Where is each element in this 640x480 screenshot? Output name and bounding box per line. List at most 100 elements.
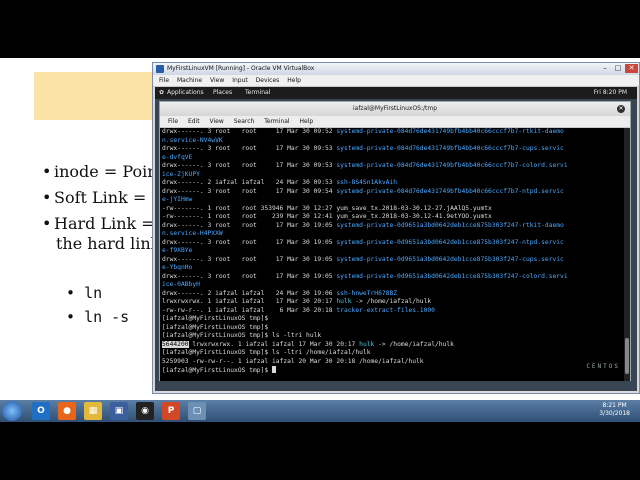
line-text: drwx------. 3 root root 17 Mar 30 19:05 [162,272,337,280]
terminal-line: drwx------. 3 root root 17 Mar 30 09:53 … [162,145,568,154]
terminal-line: drwx------. 3 root root 17 Mar 30 09:52 … [162,128,568,137]
terminal-menubar: File Edit View Search Terminal Help [160,116,630,128]
terminal-line: drwx------. 3 root root 17 Mar 30 09:54 … [162,188,568,197]
menu-machine[interactable]: Machine [177,77,202,84]
link-target: -> /home/iafzal/hulk [374,340,454,348]
virtualbox-app-icon [156,65,164,73]
terminal-scrollbar[interactable] [624,128,630,381]
app-icon[interactable]: ▢ [188,402,206,420]
centos-watermark: CENTOS [586,362,620,370]
terminal-line: drwx------. 3 root root 17 Mar 30 19:05 … [162,256,568,265]
terminal-app-menu[interactable]: Terminal [245,87,270,99]
selected-inode: 5644200 [162,340,189,348]
terminal-line: lrwxrwxrwx. 1 iafzal iafzal 17 Mar 30 20… [162,298,568,307]
menu-file[interactable]: File [159,77,169,84]
terminal-line: 5644200 lrwxrwxrwx. 1 iafzal iafzal 17 M… [162,340,568,350]
line-text: drwx------. 3 root root 17 Mar 30 19:05 [162,238,337,246]
terminal-menu-edit[interactable]: Edit [188,118,200,125]
guest-desktop: ✿ Applications Places Terminal Fri 8:20 … [155,87,637,391]
applications-menu[interactable]: Applications [167,87,204,99]
terminal-line: drwx------. 3 root root 17 Mar 30 19:05 … [162,239,568,248]
close-button[interactable]: ✕ [625,64,638,73]
file-name: systemd-private-0d9651a3bd0642deb1cce875… [336,255,564,263]
terminal-line: e-dvfqVE [162,154,568,163]
line-text: 5259903 -rw-rw-r--. 1 iafzal iafzal 20 M… [162,357,424,365]
virtualbox-window[interactable]: MyFirstLinuxVM [Running] - Oracle VM Vir… [152,62,640,394]
gnome-clock[interactable]: Fri 8:20 PM [594,87,627,99]
menu-view[interactable]: View [210,77,224,84]
line-text: drwx------. 3 root root 17 Mar 30 09:54 [162,187,337,195]
terminal-menu-view[interactable]: View [210,118,224,125]
terminal-close-button[interactable]: ✕ [617,105,625,113]
terminal-line: drwx------. 3 root root 17 Mar 30 19:05 … [162,222,568,231]
powerpoint-icon[interactable]: P [162,402,180,420]
terminal-titlebar[interactable]: iafzal@MyFirstLinuxOS:/tmp ✕ [160,102,630,116]
slide-command: • ln -s [66,308,130,326]
slide-bullet: • Hard Link = [42,214,155,233]
terminal-line: -rw-------. 1 root root 353946 Mar 30 12… [162,205,568,214]
virtualbox-icon[interactable]: ▣ [110,402,128,420]
bullet-text: inode = Point [54,162,164,181]
clock-date: 3/30/2018 [599,410,630,417]
line-text: drwx------. 2 iafzal iafzal 24 Mar 30 19… [162,289,337,297]
line-text: drwx------. 3 root root 17 Mar 30 19:05 [162,221,337,229]
line-text: [iafzal@MyFirstLinuxOS tmp]$ [162,323,269,331]
firefox-icon[interactable]: ● [58,402,76,420]
gnome-logo-icon: ✿ [159,89,165,96]
terminal-line: [iafzal@MyFirstLinuxOS tmp]$ ls -ltri hu… [162,332,568,341]
terminal-menu-search[interactable]: Search [234,118,255,125]
terminal-line: e-f9XBYe [162,247,568,256]
maximize-button[interactable]: □ [612,64,624,73]
file-name: ice-0ABbyH [162,281,200,288]
menu-help[interactable]: Help [287,77,301,84]
places-menu[interactable]: Places [213,87,232,99]
file-name: systemd-private-084d76de431749bfb4bb40c6… [336,187,564,195]
terminal-line: -rw-------. 1 root root 239 Mar 30 12:41… [162,213,568,222]
terminal-line: 5259903 -rw-rw-r--. 1 iafzal iafzal 20 M… [162,358,568,367]
terminal-line: drwx------. 3 root root 17 Mar 30 19:05 … [162,273,568,282]
bullet-text: Soft Link = Li [54,188,168,207]
minimize-button[interactable]: – [599,64,611,73]
explorer-icon[interactable]: ▦ [84,402,102,420]
file-name: systemd-private-0d9651a3bd0642deb1cce875… [336,238,564,246]
line-text: -rw-rw-r--. 1 iafzal iafzal 6 Mar 30 20:… [162,306,337,314]
outlook-icon[interactable]: O [32,402,50,420]
command-text: ln [84,284,103,302]
slide-bullet-continuation: the hard link [56,234,160,253]
menu-devices[interactable]: Devices [256,77,280,84]
windows-taskbar: O ● ▦ ▣ ◉ P ▢ 8:21 PM 3/30/2018 [0,400,640,422]
file-name: systemd-private-084d76de431749bfb4bb40c6… [336,145,564,152]
terminal-output[interactable]: drwx------. 3 root root 17 Mar 30 09:52 … [160,128,630,381]
terminal-menu-file[interactable]: File [168,118,178,125]
menu-input[interactable]: Input [232,77,248,84]
line-text: lrwxrwxrwx. 1 iafzal iafzal 17 Mar 30 20… [188,340,360,348]
terminal-line: ice-0ABbyH [162,281,568,290]
terminal-line: -rw-rw-r--. 1 iafzal iafzal 6 Mar 30 20:… [162,307,568,316]
line-text: [iafzal@MyFirstLinuxOS tmp]$ [162,315,269,322]
scrollbar-thumb[interactable] [625,338,629,374]
terminal-window[interactable]: iafzal@MyFirstLinuxOS:/tmp ✕ File Edit V… [159,101,631,381]
file-name: systemd-private-0d9651a3bd0642deb1cce875… [336,272,568,280]
window-title: MyFirstLinuxVM [Running] - Oracle VM Vir… [167,65,315,72]
start-button[interactable] [2,401,22,421]
terminal-menu-terminal[interactable]: Terminal [264,118,289,125]
line-text: [iafzal@MyFirstLinuxOS tmp]$ ls -ltri /h… [162,349,371,356]
file-name: e-YbqnHo [162,264,193,271]
slide-bullet: • inode = Point [42,162,164,181]
file-name: ice-ZjKUPY [162,170,200,178]
file-name: n.service-H4PXXW [162,230,223,237]
system-clock[interactable]: 8:21 PM 3/30/2018 [599,402,630,418]
screen: • inode = Point • Soft Link = Li • Hard Lin… [0,58,640,422]
line-text: drwx------. 3 root root 17 Mar 30 19:05 [162,255,337,263]
line-text: -rw-------. 1 root root 239 Mar 30 12:41… [162,213,492,220]
obs-icon[interactable]: ◉ [136,402,154,420]
terminal-menu-help[interactable]: Help [300,118,314,125]
gnome-top-bar: ✿ Applications Places Terminal Fri 8:20 … [155,87,637,99]
terminal-line: ice-ZjKUPY [162,171,568,180]
line-text: drwx------. 3 root root 17 Mar 30 09:53 [162,145,337,152]
slide-command: • ln [66,284,103,302]
file-name: systemd-private-084d76de431749bfb4bb40c6… [336,128,564,135]
file-name: systemd-private-084d76de431749bfb4bb40c6… [336,162,568,169]
virtualbox-titlebar[interactable]: MyFirstLinuxVM [Running] - Oracle VM Vir… [153,63,639,75]
command-text: ln -s [84,308,130,326]
